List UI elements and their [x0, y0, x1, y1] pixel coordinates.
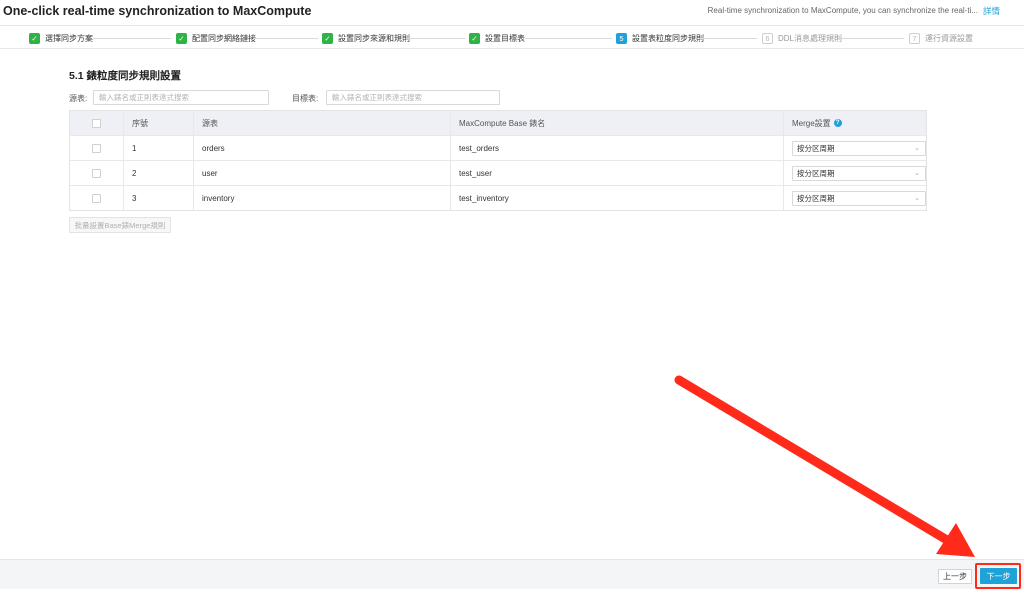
row-index: 3 [123, 186, 193, 210]
next-step-button[interactable]: 下一步 [980, 568, 1017, 584]
step-label: DDL消息處理規則 [778, 33, 843, 43]
chevron-down-icon: ⌄ [914, 145, 920, 152]
merge-select-value: 按分区周期 [797, 168, 835, 178]
row-index: 1 [123, 136, 193, 160]
chevron-down-icon: ⌄ [914, 170, 920, 177]
step-4: ✓ 設置目標表 [469, 32, 525, 44]
row-checkbox[interactable] [92, 193, 101, 203]
page-header: One-click real-time synchronization to M… [0, 0, 1024, 26]
step-connector [253, 38, 318, 39]
table-header-row: 序號 源表 MaxCompute Base 錶名 Merge設置 ? [70, 111, 926, 135]
row-source-table: user [193, 161, 450, 185]
previous-step-button[interactable]: 上一步 [938, 569, 972, 584]
row-checkbox-cell [70, 161, 123, 185]
merge-select-value: 按分区周期 [797, 193, 835, 203]
row-base-table: test_orders [450, 136, 783, 160]
table-row: 1 orders test_orders 按分区周期 ⌄ [70, 135, 926, 160]
page-title: One-click real-time synchronization to M… [3, 4, 312, 18]
details-link[interactable]: 詳情 [983, 5, 1000, 17]
section-title: 5.1 錶粒度同步規則設置 [69, 70, 182, 82]
step-label: 運行資源設置 [925, 33, 973, 43]
check-icon: ✓ [176, 32, 187, 44]
step-number: 6 [762, 32, 773, 44]
step-connector [93, 38, 171, 39]
row-merge-cell: 按分区周期 ⌄ [783, 136, 928, 160]
step-label: 設置表粒度同步規則 [632, 33, 704, 43]
arrow-shaft [674, 375, 957, 548]
step-5: 5 設置表粒度同步規則 [616, 32, 704, 44]
row-merge-cell: 按分区周期 ⌄ [783, 186, 928, 210]
step-connector [525, 38, 612, 39]
step-6: 6 DDL消息處理規則 [762, 32, 842, 44]
header-description: Real-time synchronization to MaxCompute,… [707, 6, 978, 15]
annotation-arrow [674, 375, 975, 557]
rules-table: 序號 源表 MaxCompute Base 錶名 Merge設置 ? 1 ord… [69, 110, 927, 211]
step-label: 選擇同步方案 [45, 33, 93, 43]
step-connector [699, 38, 757, 39]
source-filter-label: 源表: [69, 94, 88, 103]
step-label: 設置同步來源和規則 [338, 33, 410, 43]
merge-select-value: 按分区周期 [797, 143, 835, 153]
row-checkbox-cell [70, 186, 123, 210]
check-icon: ✓ [469, 32, 480, 44]
step-number: 5 [616, 32, 627, 44]
row-base-table: test_user [450, 161, 783, 185]
header-source-table: 源表 [193, 111, 450, 135]
batch-merge-rule-button[interactable]: 批量設置Base錶Merge規則 [69, 217, 171, 233]
arrow-head [936, 523, 975, 557]
page-footer: 上一步 下一步 [0, 559, 1024, 589]
row-index: 2 [123, 161, 193, 185]
help-icon[interactable]: ? [833, 119, 842, 127]
header-base-table: MaxCompute Base 錶名 [450, 111, 783, 135]
header-checkbox-cell [70, 111, 123, 135]
row-checkbox[interactable] [92, 168, 101, 178]
step-label: 設置目標表 [485, 33, 525, 43]
merge-select[interactable]: 按分区周期 ⌄ [792, 165, 926, 181]
merge-select[interactable]: 按分区周期 ⌄ [792, 190, 926, 206]
chevron-down-icon: ⌄ [914, 195, 920, 202]
step-3: ✓ 設置同步來源和規則 [322, 32, 410, 44]
step-2: ✓ 配置同步網絡鏈接 [176, 32, 256, 44]
select-all-checkbox[interactable] [92, 118, 101, 128]
source-table-search-input[interactable] [93, 90, 269, 105]
check-icon: ✓ [322, 32, 333, 44]
target-filter-label: 目標表: [292, 94, 319, 103]
row-merge-cell: 按分区周期 ⌄ [783, 161, 928, 185]
step-1: ✓ 選擇同步方案 [29, 32, 93, 44]
row-checkbox-cell [70, 136, 123, 160]
header-merge: Merge設置 ? [783, 111, 928, 135]
row-source-table: inventory [193, 186, 450, 210]
target-table-search-input[interactable] [326, 90, 500, 105]
step-connector [838, 38, 904, 39]
table-row: 3 inventory test_inventory 按分区周期 ⌄ [70, 185, 926, 210]
row-checkbox[interactable] [92, 143, 101, 153]
merge-select[interactable]: 按分区周期 ⌄ [792, 140, 926, 156]
header-merge-label: Merge設置 [792, 118, 831, 128]
step-7: 7 運行資源設置 [909, 32, 973, 44]
wizard-steps: ✓ 選擇同步方案 ✓ 配置同步網絡鏈接 ✓ 設置同步來源和規則 ✓ 設置目標表 … [0, 27, 1024, 49]
table-row: 2 user test_user 按分区周期 ⌄ [70, 160, 926, 185]
step-label: 配置同步網絡鏈接 [192, 33, 256, 43]
header-index: 序號 [123, 111, 193, 135]
check-icon: ✓ [29, 32, 40, 44]
row-source-table: orders [193, 136, 450, 160]
row-base-table: test_inventory [450, 186, 783, 210]
step-connector [407, 38, 465, 39]
step-number: 7 [909, 32, 920, 44]
